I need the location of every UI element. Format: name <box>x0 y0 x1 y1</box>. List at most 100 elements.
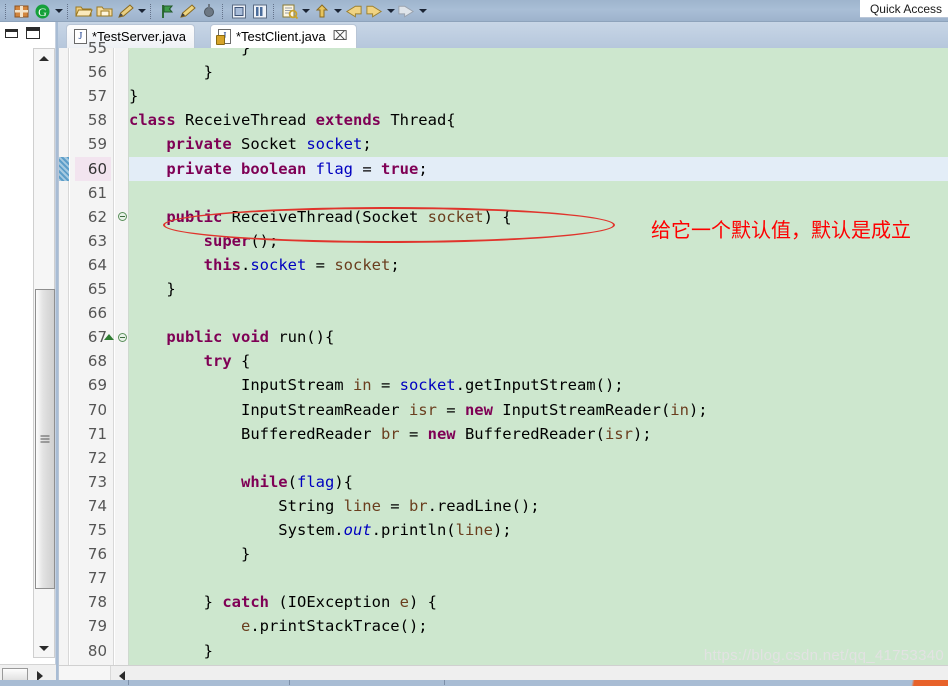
save-folder-icon[interactable] <box>95 2 114 21</box>
code-token: InputStreamReader( <box>492 400 671 419</box>
left-view-panel <box>0 22 56 686</box>
code-token: { <box>231 352 251 371</box>
code-line-56[interactable]: } <box>129 60 948 84</box>
print-dropdown-arrow[interactable] <box>136 2 147 20</box>
code-line-71[interactable]: BufferedReader br = new BufferedReader(i… <box>129 422 948 446</box>
new-dropdown-arrow[interactable] <box>53 2 64 20</box>
fold-collapse-icon-62[interactable] <box>116 205 128 229</box>
code-token: ) { <box>409 593 437 612</box>
main-toolbar: G Quick Access <box>0 0 948 22</box>
code-line-73[interactable]: while(flag){ <box>129 470 948 494</box>
back-icon[interactable] <box>344 2 363 21</box>
code-line-78[interactable]: } catch (IOException e) { <box>129 590 948 614</box>
code-token: in <box>670 400 689 419</box>
code-line-70[interactable]: InputStreamReader isr = new InputStreamR… <box>129 398 948 422</box>
left-vertical-scrollbar[interactable] <box>33 48 55 658</box>
code-line-80[interactable]: } <box>129 639 948 663</box>
code-token: br <box>408 496 428 515</box>
new-java-project-icon[interactable] <box>229 2 248 21</box>
line-number-59: 59 <box>87 135 107 154</box>
new-class-icon[interactable] <box>250 2 269 21</box>
new-wizard-icon[interactable] <box>12 2 31 21</box>
code-token: e <box>399 593 409 612</box>
view-buttons <box>0 22 56 44</box>
code-token: ( <box>287 472 297 491</box>
code-token: } <box>129 48 251 57</box>
line-number-56: 56 <box>87 63 107 82</box>
code-token: socket <box>250 255 307 274</box>
code-line-65[interactable]: } <box>129 277 948 301</box>
print-icon[interactable] <box>116 2 135 21</box>
code-token: super <box>203 231 251 250</box>
line-number-74: 74 <box>87 496 107 515</box>
code-line-72[interactable] <box>129 446 948 470</box>
line-number-63: 63 <box>87 231 107 250</box>
code-token: socket <box>427 207 484 226</box>
scrollbar-thumb[interactable] <box>35 289 55 589</box>
code-token: } <box>129 545 251 564</box>
line-number-64: 64 <box>87 255 107 274</box>
forward-dropdown-arrow[interactable] <box>385 2 396 20</box>
code-token: InputStream <box>129 376 353 395</box>
run-icon[interactable] <box>178 2 197 21</box>
close-tab-icon[interactable]: ⌧ <box>333 30 348 43</box>
code-token: catch <box>222 593 269 612</box>
minimize-view-icon[interactable] <box>5 28 18 38</box>
code-token: ; <box>418 159 428 178</box>
external-tools-icon[interactable] <box>199 2 218 21</box>
code-line-55[interactable]: } <box>129 48 948 60</box>
code-line-68[interactable]: try { <box>129 349 948 373</box>
forward-icon[interactable] <box>365 2 384 21</box>
code-line-59[interactable]: private Socket socket; <box>129 132 948 156</box>
search-icon[interactable] <box>280 2 299 21</box>
code-line-58[interactable]: class ReceiveThread extends Thread{ <box>129 108 948 132</box>
line-number-72: 72 <box>87 448 107 467</box>
code-line-69[interactable]: InputStream in = socket.getInputStream()… <box>129 373 948 397</box>
toolbar-separator <box>150 3 153 19</box>
line-number-62: 62 <box>87 207 107 226</box>
folding-ruler[interactable] <box>104 48 129 665</box>
fold-collapse-icon-67[interactable] <box>116 325 128 349</box>
code-line-79[interactable]: e.printStackTrace(); <box>129 614 948 638</box>
line-number-58: 58 <box>87 111 107 130</box>
maximize-view-icon[interactable] <box>26 27 40 39</box>
scroll-up-arrow-icon[interactable] <box>34 50 54 66</box>
new-google-icon[interactable]: G <box>33 2 52 21</box>
code-line-75[interactable]: System.out.println(line); <box>129 518 948 542</box>
open-folder-icon[interactable] <box>74 2 93 21</box>
next-annotation-arrow[interactable] <box>332 2 343 20</box>
debug-icon[interactable] <box>157 2 176 21</box>
code-token: ); <box>632 424 652 443</box>
last-edit-dropdown-arrow[interactable] <box>417 2 428 20</box>
code-line-77[interactable] <box>129 566 948 590</box>
line-number-77: 77 <box>87 569 107 588</box>
code-line-64[interactable]: this.socket = socket; <box>129 253 948 277</box>
code-text-area[interactable]: } }} class ReceiveThread extends Thread{ … <box>129 48 948 665</box>
code-editor[interactable]: 55 56 57 58 59 60 61 62 63 64 65 66 67 68 69 70 71 72 73 74… <box>58 39 948 686</box>
scroll-down-arrow-icon[interactable] <box>34 640 54 656</box>
code-token: .printStackTrace(); <box>250 617 428 636</box>
line-number-71: 71 <box>87 424 107 443</box>
line-number-76: 76 <box>87 545 107 564</box>
search-dropdown-arrow[interactable] <box>300 2 311 20</box>
code-line-67[interactable]: public void run(){ <box>129 325 948 349</box>
tab-test-client-java[interactable]: J *TestClient.java ⌧ <box>210 24 357 48</box>
orange-marker-icon <box>900 680 948 686</box>
next-annotation-icon[interactable] <box>312 2 331 21</box>
quick-access-label[interactable]: Quick Access <box>859 0 948 18</box>
code-line-60[interactable]: private boolean flag = true; <box>129 156 948 181</box>
scrollbar-grip-icon <box>40 435 50 443</box>
code-token: new <box>427 424 456 443</box>
code-line-57[interactable]: } <box>129 84 948 108</box>
code-token: try <box>203 352 232 371</box>
code-line-74[interactable]: String line = br.readLine(); <box>129 494 948 518</box>
last-edit-location-icon[interactable] <box>397 2 416 21</box>
code-token: } <box>129 63 213 82</box>
code-line-66[interactable] <box>129 301 948 325</box>
code-line-76[interactable]: } <box>129 542 948 566</box>
code-line-61[interactable] <box>129 181 948 205</box>
